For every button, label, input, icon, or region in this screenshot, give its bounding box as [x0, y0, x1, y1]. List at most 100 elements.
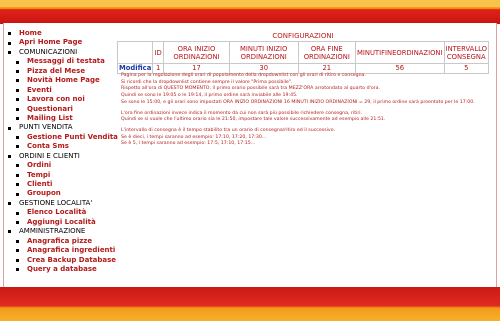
- bullet-square-icon: [16, 183, 19, 187]
- menu-item-crea-backup-database[interactable]: Crea Backup Database: [8, 256, 116, 265]
- menu-link[interactable]: Questionari: [27, 105, 73, 114]
- bullet-square-icon: [16, 98, 19, 102]
- notes-block-2: L'ora fine ordinazioni invece indica il …: [121, 111, 489, 124]
- menu-link[interactable]: Messaggi di testata: [27, 57, 105, 66]
- menu-item-query-a-database[interactable]: Query a database: [8, 265, 116, 274]
- bullet-square-icon: [16, 60, 19, 64]
- note-line: L'ora fine ordinazioni invece indica il …: [121, 110, 363, 116]
- bullet-square-icon: [16, 164, 19, 168]
- bullet-square-icon: [16, 220, 19, 224]
- menu-link[interactable]: Lavora con noi: [27, 95, 85, 104]
- top-banner-shine: [0, 0, 500, 7]
- bullet-square-icon: [8, 51, 11, 55]
- help-notes: Pagina per la regolazione degli orari di…: [121, 73, 489, 152]
- cell-minuti-inizio: 30: [228, 63, 299, 74]
- menu-link[interactable]: Tempi: [27, 171, 50, 180]
- notes-block-1: Pagina per la regolazione degli orari di…: [121, 73, 489, 107]
- menu-link[interactable]: Clienti: [27, 180, 52, 189]
- bullet-square-icon: [8, 41, 11, 45]
- bullet-square-icon: [16, 192, 19, 196]
- menu-item-messaggi-di-testata[interactable]: Messaggi di testata: [8, 57, 116, 66]
- menu-item-groupon[interactable]: Groupon: [8, 189, 116, 198]
- menu-item-clienti[interactable]: Clienti: [8, 180, 116, 189]
- menu-item-elenco-localita[interactable]: Elenco Località: [8, 208, 116, 217]
- note-line: Rispetto all'ora di QUESTO MOMENTO, il p…: [121, 86, 380, 92]
- bullet-square-icon: [8, 154, 11, 158]
- menu-section-amministrazione: AMMINISTRAZIONE: [8, 227, 116, 236]
- config-title: CONFIGURAZIONI: [272, 32, 334, 40]
- bullet-square-icon: [8, 126, 11, 130]
- header-intervallo: INTERVALLO CONSEGNA: [443, 41, 490, 64]
- menu-section-label: AMMINISTRAZIONE: [19, 227, 86, 236]
- cell-id: 1: [152, 63, 165, 74]
- menu-item-mailing-list[interactable]: Mailing List: [8, 114, 116, 123]
- menu-link[interactable]: Anagrafica pizze: [27, 237, 92, 246]
- menu-link[interactable]: Crea Backup Database: [27, 256, 116, 265]
- config-table: ID ORA INIZIO ORDINAZIONI MINUTI INIZIO …: [116, 41, 490, 74]
- menu-link[interactable]: Groupon: [27, 189, 61, 198]
- bullet-square-icon: [8, 230, 11, 234]
- menu-item-conta-sms[interactable]: Conta Sms: [8, 142, 116, 151]
- menu-link[interactable]: Eventi: [27, 86, 52, 95]
- bullet-square-icon: [16, 79, 19, 83]
- bullet-square-icon: [16, 211, 19, 215]
- cell-ora-inizio: 17: [163, 63, 230, 74]
- menu-link[interactable]: Gestione Punti Vendita: [27, 133, 118, 142]
- menu-item-home[interactable]: Home: [8, 29, 116, 38]
- note-line: L'intervallo di consegna è il tempo stab…: [121, 127, 335, 133]
- menu-link[interactable]: Ordini: [27, 161, 51, 170]
- header-minuti-inizio: MINUTI INIZIO ORDINAZIONI: [228, 41, 299, 64]
- menu-item-tempi[interactable]: Tempi: [8, 171, 116, 180]
- menu-section-label: PUNTI VENDITA: [19, 123, 73, 132]
- note-line: Se è 5, i tempi saranno ad esempio: 17:5…: [121, 141, 256, 147]
- menu-item-apri-home-page[interactable]: Apri Home Page: [8, 38, 116, 47]
- menu-item-novita-home-page[interactable]: Novità Home Page: [8, 76, 116, 85]
- menu-item-anagrafica-ingredienti[interactable]: Anagrafica ingredienti: [8, 246, 116, 255]
- bullet-square-icon: [16, 268, 19, 272]
- header-ora-fine: ORA FINE ORDINAZIONI: [297, 41, 356, 64]
- bullet-square-icon: [16, 88, 19, 92]
- cell-minuti-fine: 56: [354, 63, 445, 74]
- menu-item-anagrafica-pizze[interactable]: Anagrafica pizze: [8, 237, 116, 246]
- menu-item-questionari[interactable]: Questionari: [8, 105, 116, 114]
- menu-item-eventi[interactable]: Eventi: [8, 86, 116, 95]
- menu-section-label: COMUNICAZIONI: [19, 47, 78, 56]
- bullet-square-icon: [16, 145, 19, 149]
- modifica-link[interactable]: Modifica: [116, 63, 154, 74]
- menu-link[interactable]: Novità Home Page: [27, 76, 100, 85]
- menu-link[interactable]: Mailing List: [27, 114, 73, 123]
- bullet-square-icon: [16, 258, 19, 262]
- header-minuti-fine: MINUTIFINEORDINAZIONI: [354, 41, 445, 64]
- menu-item-ordini[interactable]: Ordini: [8, 161, 116, 170]
- table-row: Modifica 1 17 30 21 56 5: [116, 63, 490, 74]
- top-banner-bar: [0, 0, 500, 24]
- menu-link[interactable]: Aggiungi Località: [27, 218, 96, 227]
- menu-link[interactable]: Conta Sms: [27, 142, 69, 151]
- bullet-square-icon: [16, 173, 19, 177]
- menu-section-label: ORDINI E CLIENTI: [19, 151, 80, 160]
- menu-link[interactable]: Pizza del Mese: [27, 67, 85, 76]
- bullet-square-icon: [8, 202, 11, 206]
- header-id: ID: [152, 41, 165, 64]
- menu-section-comunicazioni: COMUNICAZIONI: [8, 48, 116, 57]
- bullet-square-icon: [8, 32, 11, 36]
- menu-link[interactable]: Elenco Località: [27, 208, 86, 217]
- cell-ora-fine: 21: [297, 63, 356, 74]
- note-line: Se è dieci, i tempi saranno ad esempio: …: [121, 134, 267, 140]
- menu-section-ordini-e-clienti: ORDINI E CLIENTI: [8, 152, 116, 161]
- menu-item-pizza-del-mese[interactable]: Pizza del Mese: [8, 67, 116, 76]
- menu-link[interactable]: Query a database: [27, 265, 97, 274]
- menu-link[interactable]: Apri Home Page: [19, 38, 82, 47]
- menu-link[interactable]: Anagrafica ingredienti: [27, 246, 115, 255]
- menu-link[interactable]: Home: [19, 29, 42, 38]
- menu-item-lavora-con-noi[interactable]: Lavora con noi: [8, 95, 116, 104]
- menu-section-label: GESTIONE LOCALITA': [19, 198, 93, 207]
- note-line: Si ricordi che la dropdownlist contiene …: [121, 79, 293, 85]
- bullet-square-icon: [16, 136, 19, 140]
- header-ora-inizio: ORA INIZIO ORDINAZIONI: [163, 41, 230, 64]
- menu-item-aggiungi-localita[interactable]: Aggiungi Località: [8, 218, 116, 227]
- menu-item-gestione-punti-vendita[interactable]: Gestione Punti Vendita: [8, 133, 118, 142]
- bullet-square-icon: [16, 69, 19, 73]
- bullet-square-icon: [16, 249, 19, 253]
- bullet-square-icon: [16, 107, 19, 111]
